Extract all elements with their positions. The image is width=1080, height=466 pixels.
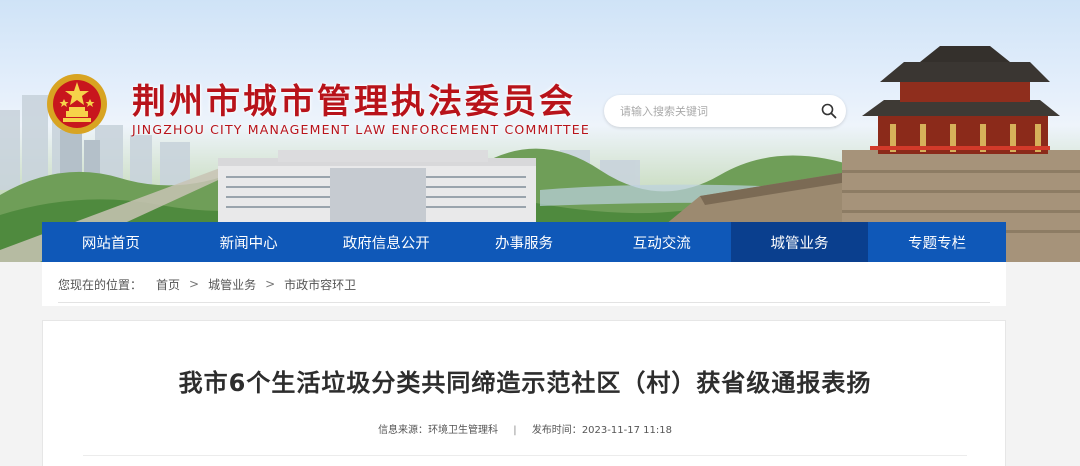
main-nav: 网站首页 新闻中心 政府信息公开 办事服务 互动交流 城管业务 专题专栏 [42, 222, 1006, 262]
breadcrumb-divider [58, 302, 990, 303]
nav-item-news[interactable]: 新闻中心 [180, 222, 318, 262]
breadcrumb-home[interactable]: 首页 [156, 276, 180, 293]
search-button[interactable] [812, 96, 846, 126]
search-box [604, 95, 846, 127]
nav-item-services[interactable]: 办事服务 [455, 222, 593, 262]
article-title: 我市6个生活垃圾分类共同缔造示范社区（村）获省级通报表扬 [178, 369, 872, 397]
breadcrumb-separator: > [265, 277, 276, 291]
breadcrumb: 您现在的位置： 首页 > 城管业务 > 市政市容环卫 [42, 262, 1006, 306]
breadcrumb-city-management[interactable]: 城管业务 [208, 276, 256, 293]
date-label: 发布时间： [531, 425, 582, 436]
article-meta: 信息来源：环境卫生管理科 | 发布时间：2023-11-17 11:18 [43, 421, 1007, 436]
nav-item-interaction[interactable]: 互动交流 [593, 222, 731, 262]
nav-item-gov-info[interactable]: 政府信息公开 [317, 222, 455, 262]
national-emblem-icon [47, 74, 107, 134]
source-value: 环境卫生管理科 [428, 425, 499, 436]
search-input[interactable] [604, 96, 812, 126]
breadcrumb-sanitation[interactable]: 市政市容环卫 [284, 276, 356, 293]
nav-item-city-management[interactable]: 城管业务 [730, 222, 869, 262]
site-title-english: JINGZHOU CITY MANAGEMENT LAW ENFORCEMENT… [132, 122, 590, 137]
nav-item-topics[interactable]: 专题专栏 [868, 222, 1006, 262]
site-title: 荆州市城市管理执法委员会 [132, 82, 576, 122]
article-divider [83, 455, 967, 456]
source-label: 信息来源： [378, 425, 429, 436]
meta-divider: | [513, 425, 517, 436]
search-icon [821, 103, 837, 119]
nav-item-home[interactable]: 网站首页 [42, 222, 180, 262]
date-value: 2023-11-17 11:18 [581, 425, 672, 436]
article-panel: 我市6个生活垃圾分类共同缔造示范社区（村）获省级通报表扬 信息来源：环境卫生管理… [42, 320, 1006, 466]
breadcrumb-separator: > [189, 277, 200, 291]
breadcrumb-label: 您现在的位置： [58, 277, 143, 292]
